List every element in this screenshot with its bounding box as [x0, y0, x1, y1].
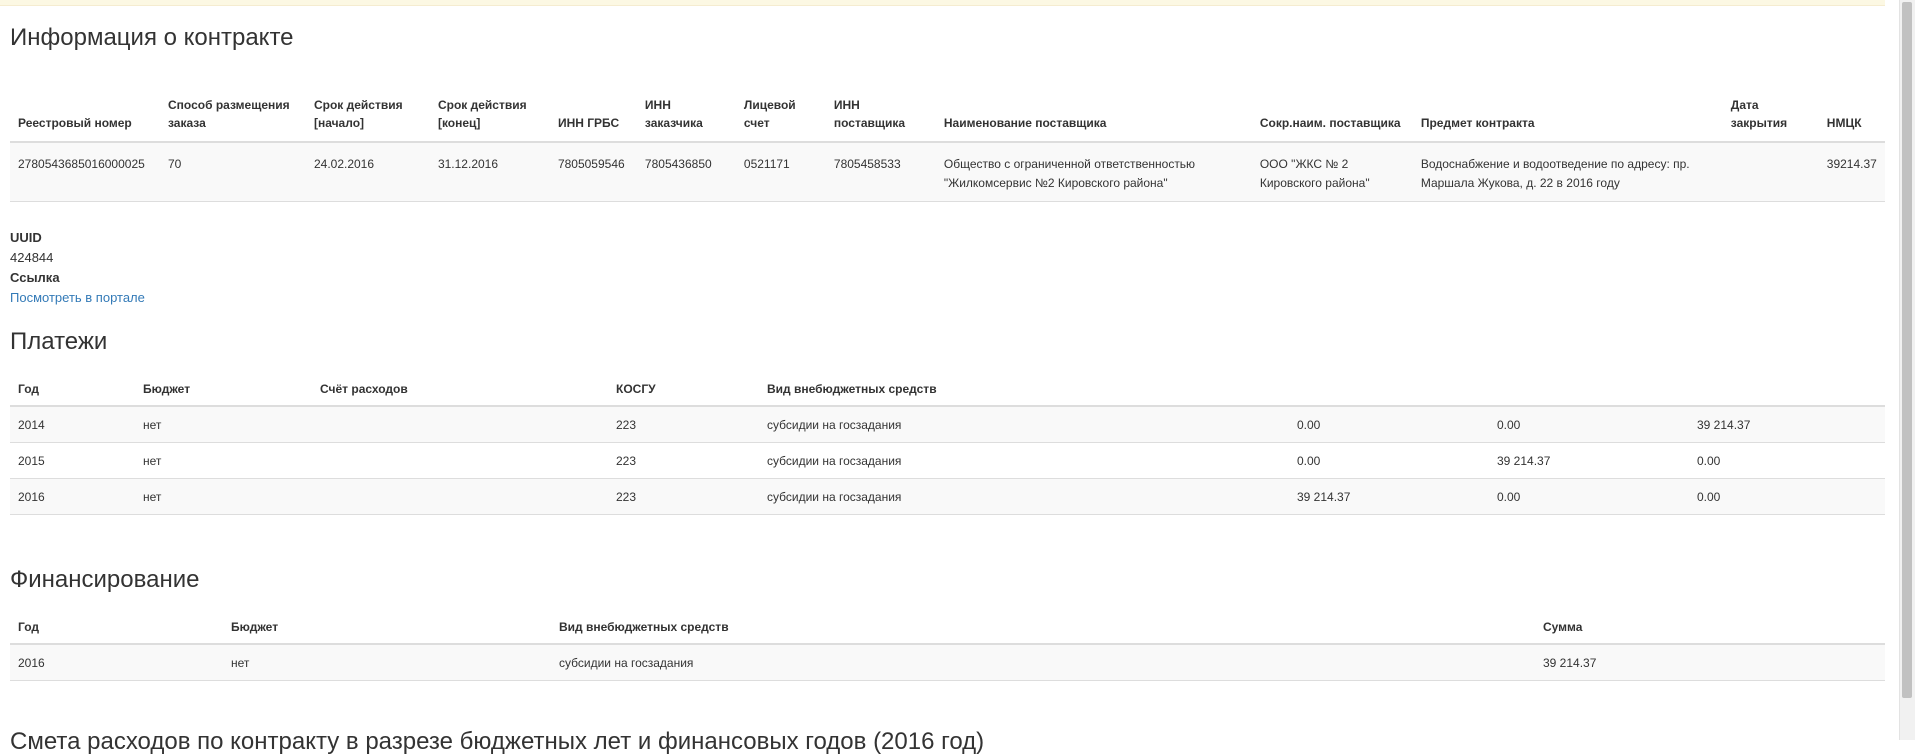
cell-supplier-short-name: ООО "ЖКС № 2 Кировского района" [1251, 142, 1413, 202]
cell-term-end: 31.12.2016 [429, 142, 550, 202]
cell-expense-account [312, 478, 608, 515]
contract-meta: UUID 424844 Ссылка Посмотреть в портале [10, 228, 145, 308]
table-row: 2014 нет 223 субсидии на госзадания 0.00… [10, 406, 1885, 443]
uuid-value: 424844 [10, 250, 54, 265]
cell-expense-account [312, 442, 608, 479]
col-contract-subject: Предмет контракта [1412, 64, 1723, 143]
table-row: 2780543685016000025 70 24.02.2016 31.12.… [10, 142, 1885, 202]
cell-placement-method: 70 [159, 142, 306, 202]
cell-expense-account [312, 406, 608, 443]
col-placement-method: Способ размещения заказа [159, 64, 306, 143]
col-amount-1 [1289, 366, 1489, 407]
payments-header-row: Год Бюджет Счёт расходов КОСГУ Вид внебю… [10, 366, 1885, 407]
col-supplier-name: Наименование поставщика [935, 64, 1252, 143]
cell-inn-supplier: 7805458533 [825, 142, 936, 202]
uuid-label: UUID [10, 230, 42, 245]
cell-personal-account: 0521171 [735, 142, 826, 202]
col-budget: Бюджет [223, 604, 551, 645]
cell-budget: нет [223, 644, 551, 681]
cell-year: 2015 [10, 442, 135, 479]
table-row: 2016 нет 223 субсидии на госзадания 39 2… [10, 478, 1885, 515]
col-inn-supplier: ИНН поставщика [825, 64, 936, 143]
cell-supplier-name: Общество с ограниченной ответственностью… [935, 142, 1252, 202]
cell-kosgu: 223 [608, 406, 759, 443]
scrollbar-thumb[interactable] [1902, 2, 1912, 698]
cell-amount-2: 0.00 [1489, 478, 1689, 515]
cell-budget: нет [135, 442, 312, 479]
table-row: 2015 нет 223 субсидии на госзадания 0.00… [10, 442, 1885, 479]
cell-amount-1: 39 214.37 [1289, 478, 1489, 515]
col-offbudget-type: Вид внебюджетных средств [551, 604, 1535, 645]
cell-year: 2014 [10, 406, 135, 443]
cell-kosgu: 223 [608, 478, 759, 515]
cell-year: 2016 [10, 478, 135, 515]
payments-table: Год Бюджет Счёт расходов КОСГУ Вид внебю… [10, 366, 1885, 515]
col-closing-date: Дата закрытия [1722, 64, 1819, 143]
funding-header-row: Год Бюджет Вид внебюджетных средств Сумм… [10, 604, 1885, 645]
cell-amount-2: 0.00 [1489, 406, 1689, 443]
col-supplier-short-name: Сокр.наим. поставщика [1251, 64, 1413, 143]
cell-contract-subject: Водоснабжение и водоотведение по адресу:… [1412, 142, 1723, 202]
col-expense-account: Счёт расходов [312, 366, 608, 407]
col-registry-number: Реестровый номер [10, 64, 160, 143]
contract-table: Реестровый номер Способ размещения заказ… [10, 64, 1885, 202]
next-section-title-partial: Смета расходов по контракту в разрезе бю… [10, 728, 985, 755]
funding-section-title: Финансирование [10, 566, 200, 593]
table-row: 2016 нет субсидии на госзадания 39 214.3… [10, 644, 1885, 681]
col-personal-account: Лицевой счет [735, 64, 826, 143]
cell-amount-2: 39 214.37 [1489, 442, 1689, 479]
cell-inn-customer: 7805436850 [636, 142, 736, 202]
col-kosgu: КОСГУ [608, 366, 759, 407]
cell-amount-1: 0.00 [1289, 442, 1489, 479]
col-year: Год [10, 604, 223, 645]
col-inn-customer: ИНН заказчика [636, 64, 736, 143]
col-sum: Сумма [1535, 604, 1885, 645]
col-amount-3 [1689, 366, 1885, 407]
cell-amount-3: 39 214.37 [1689, 406, 1885, 443]
funding-table: Год Бюджет Вид внебюджетных средств Сумм… [10, 604, 1885, 681]
cell-amount-3: 0.00 [1689, 478, 1885, 515]
top-notice-strip [0, 0, 1885, 6]
cell-sum: 39 214.37 [1535, 644, 1885, 681]
col-amount-2 [1489, 366, 1689, 407]
col-inn-grbs: ИНН ГРБС [549, 64, 637, 143]
cell-nmck: 39214.37 [1818, 142, 1885, 202]
col-year: Год [10, 366, 135, 407]
payments-section-title: Платежи [10, 328, 108, 355]
cell-amount-1: 0.00 [1289, 406, 1489, 443]
cell-offbudget-type: субсидии на госзадания [551, 644, 1535, 681]
cell-closing-date [1722, 142, 1819, 202]
cell-offbudget-type: субсидии на госзадания [759, 478, 1289, 515]
cell-offbudget-type: субсидии на госзадания [759, 406, 1289, 443]
col-nmck: НМЦК [1818, 64, 1885, 143]
cell-amount-3: 0.00 [1689, 442, 1885, 479]
cell-offbudget-type: субсидии на госзадания [759, 442, 1289, 479]
cell-term-start: 24.02.2016 [305, 142, 430, 202]
col-term-start: Срок действия [начало] [305, 64, 430, 143]
cell-year: 2016 [10, 644, 223, 681]
col-term-end: Срок действия [конец] [429, 64, 550, 143]
col-budget: Бюджет [135, 366, 312, 407]
cell-budget: нет [135, 478, 312, 515]
contract-section-title: Информация о контракте [10, 24, 294, 51]
vertical-scrollbar[interactable] [1899, 0, 1915, 740]
cell-budget: нет [135, 406, 312, 443]
view-in-portal-link[interactable]: Посмотреть в портале [10, 290, 145, 305]
cell-registry-number: 2780543685016000025 [10, 142, 160, 202]
cell-kosgu: 223 [608, 442, 759, 479]
link-label: Ссылка [10, 270, 60, 285]
contract-header-row: Реестровый номер Способ размещения заказ… [10, 64, 1885, 143]
cell-inn-grbs: 7805059546 [549, 142, 637, 202]
col-offbudget-type: Вид внебюджетных средств [759, 366, 1289, 407]
